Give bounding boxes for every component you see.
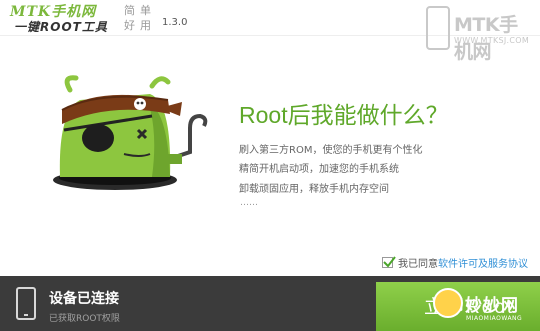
checkmark-icon — [383, 255, 396, 268]
root-status: 已获取ROOT权限 — [49, 314, 120, 324]
badge-subtext: MIAOMIAOWANG — [466, 315, 523, 322]
site-watermark: MTK手机网 WWW.MTKSJ.COM — [426, 6, 536, 63]
phone-icon — [16, 287, 36, 320]
feature-item-speed-up: 精简开机启动项，加速您的手机系统 — [239, 164, 399, 175]
agreement-text: 我已同意 — [398, 258, 438, 270]
tagline-easy: 好用 — [124, 19, 156, 32]
agreement-row: 我已同意 软件许可及服务协议 — [382, 255, 528, 270]
miaomiao-watermark: 妙妙网 MIAOMIAOWANG — [433, 288, 539, 330]
feature-item-custom-rom: 刷入第三方ROM，使您的手机更有个性化 — [239, 145, 423, 156]
watermark-url: WWW.MTKSJ.COM — [454, 36, 530, 45]
pirate-android-mascot — [53, 75, 208, 190]
app-name: 一键ROOT工具 — [14, 20, 108, 34]
phone-outline-icon — [426, 6, 450, 50]
license-agreement-link[interactable]: 软件许可及服务协议 — [438, 255, 528, 270]
version-label: 1.3.0 — [162, 17, 188, 28]
smiley-icon — [433, 288, 463, 318]
tagline-simple: 简单 — [124, 4, 156, 17]
connection-status: 设备已连接 — [49, 291, 119, 307]
feature-item-uninstall: 卸载顽固应用，释放手机内存空间 — [239, 184, 389, 195]
agreement-checkbox[interactable] — [382, 255, 396, 268]
page-headline: Root后我能做什么？ — [239, 102, 449, 128]
badge-text: 妙妙网 — [465, 296, 519, 316]
feature-ellipsis: …… — [240, 198, 258, 208]
